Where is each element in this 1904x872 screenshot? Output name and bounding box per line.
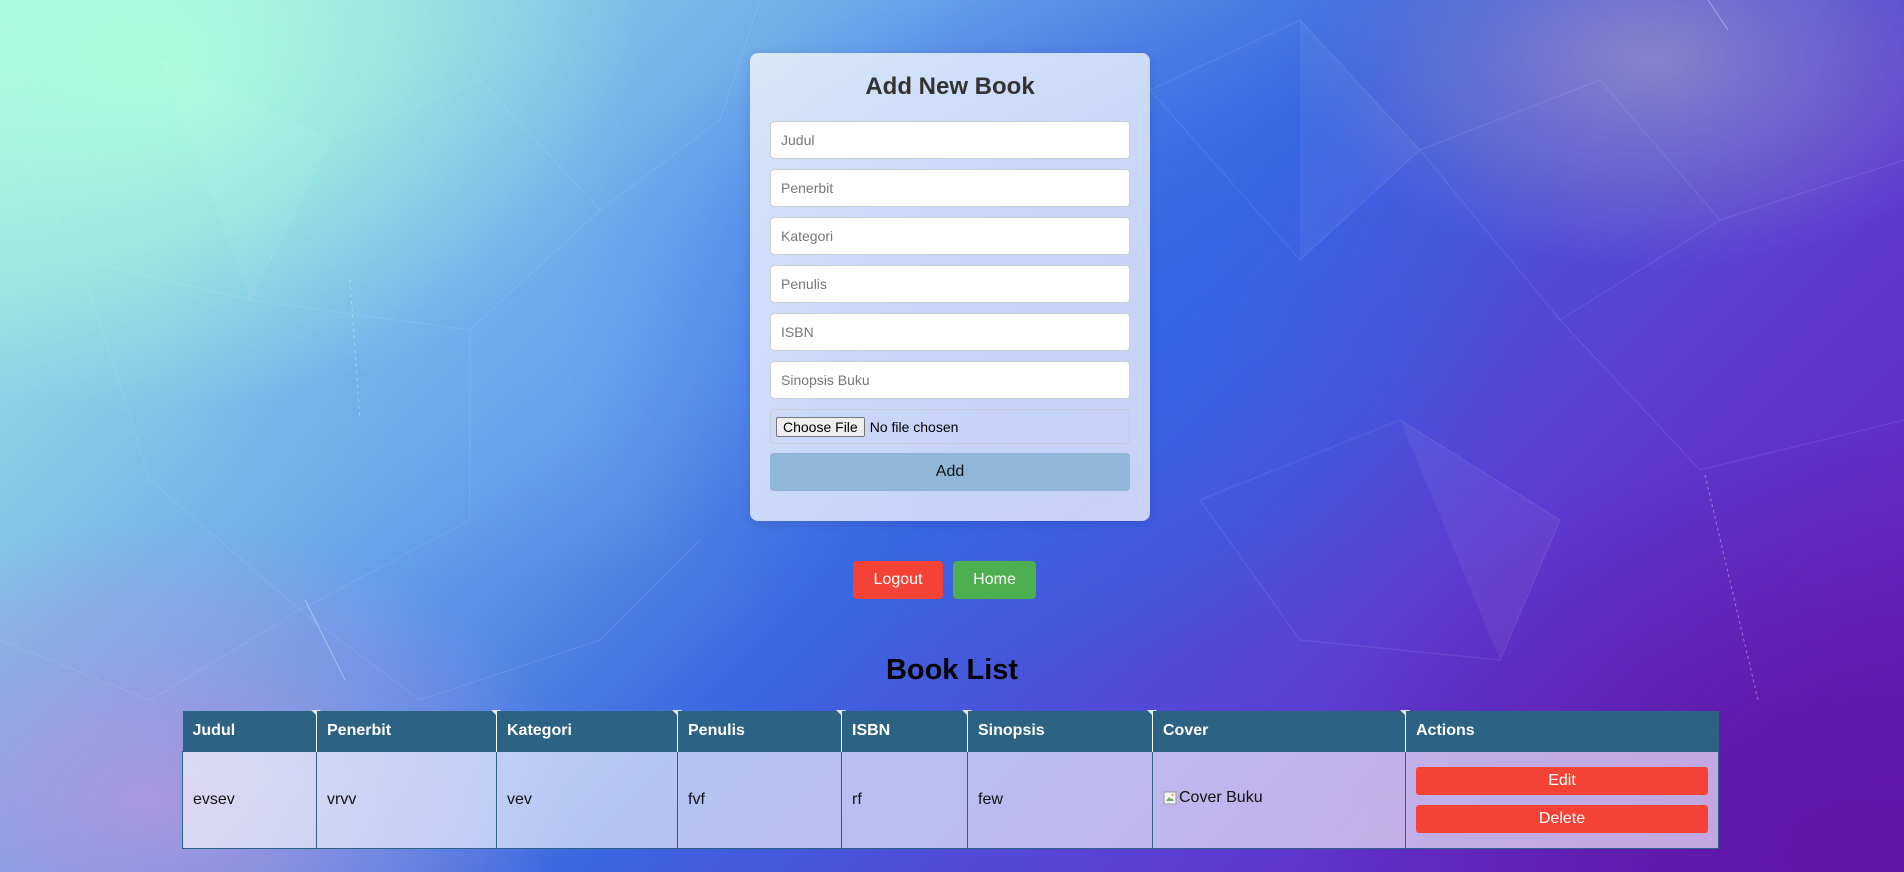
book-list-title: Book List: [885, 654, 1019, 686]
book-table: Judul Penerbit Kategori Penulis ISBN Sin…: [182, 710, 1719, 849]
cell-kategori: vev: [496, 750, 678, 849]
home-button[interactable]: Home: [953, 561, 1036, 599]
cover-file-input: Choose File No file chosen: [770, 409, 1130, 444]
form-title: Add New Book: [865, 73, 1035, 100]
col-header-kategori[interactable]: Kategori: [496, 710, 683, 751]
penerbit-input[interactable]: [770, 169, 1130, 207]
file-status: No file chosen: [869, 418, 959, 435]
col-header-sinopsis[interactable]: Sinopsis: [967, 710, 1158, 751]
col-header-actions: Actions: [1405, 711, 1719, 751]
col-header-penerbit[interactable]: Penerbit: [316, 710, 502, 751]
cell-actions: Edit Delete: [1405, 750, 1719, 849]
col-header-isbn[interactable]: ISBN: [841, 710, 973, 751]
add-button[interactable]: Add: [770, 453, 1130, 491]
cell-judul: evsev: [182, 750, 317, 849]
broken-image-icon: [1163, 791, 1177, 805]
cover-alt-text: Cover Buku: [1179, 789, 1263, 806]
add-book-form: Add New Book Choose File No file chosen …: [750, 53, 1150, 521]
choose-file-button[interactable]: Choose File: [776, 416, 865, 437]
cell-sinopsis: few: [967, 750, 1153, 849]
col-header-judul[interactable]: Judul: [182, 710, 321, 751]
cover-image: Cover Buku: [1163, 789, 1263, 807]
cell-isbn: rf: [841, 750, 968, 849]
isbn-input[interactable]: [770, 313, 1130, 351]
cell-penulis: fvf: [677, 750, 842, 849]
sinopsis-input[interactable]: [770, 361, 1130, 399]
cell-cover: Cover Buku: [1152, 750, 1406, 849]
delete-button[interactable]: Delete: [1416, 804, 1708, 833]
table-row: evsev vrvv vev fvf rf few Cover Buku Edi…: [182, 750, 1719, 849]
col-header-penulis[interactable]: Penulis: [677, 710, 847, 751]
penulis-input[interactable]: [770, 265, 1130, 303]
kategori-input[interactable]: [770, 217, 1130, 255]
logout-button[interactable]: Logout: [853, 561, 943, 599]
judul-input[interactable]: [770, 121, 1130, 159]
edit-button[interactable]: Edit: [1416, 766, 1708, 795]
table-header-row: Judul Penerbit Kategori Penulis ISBN Sin…: [182, 710, 1719, 751]
col-header-cover[interactable]: Cover: [1152, 710, 1411, 751]
cell-penerbit: vrvv: [316, 750, 497, 849]
nav-buttons: Logout Home: [853, 561, 1036, 599]
